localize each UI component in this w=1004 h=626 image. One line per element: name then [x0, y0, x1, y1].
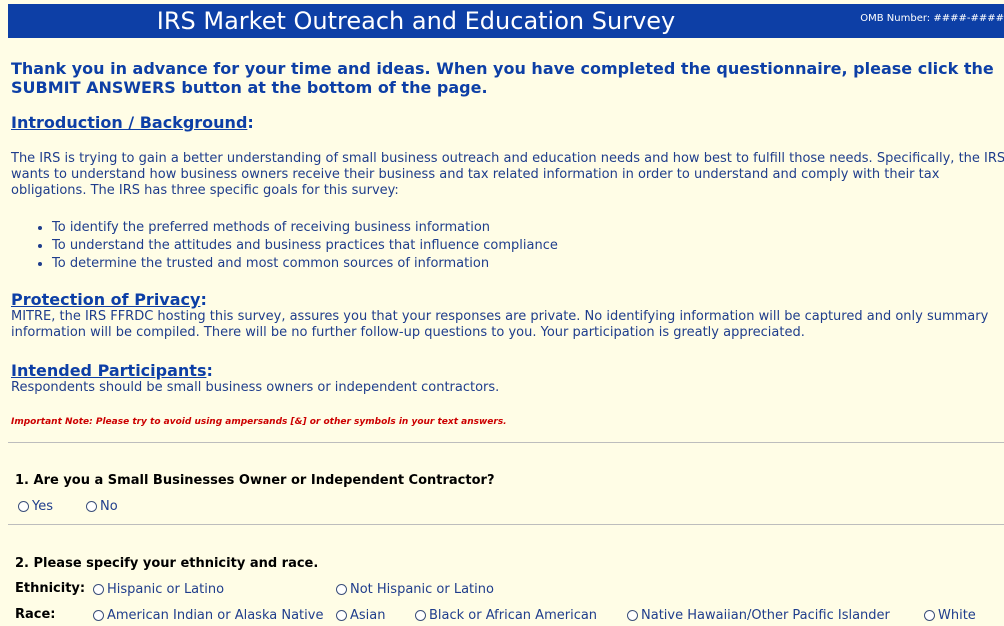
goal-item: To determine the trusted and most common… [52, 255, 558, 273]
radio-button[interactable] [415, 610, 426, 621]
q1-option-no[interactable]: No [86, 499, 118, 514]
goal-item: To identify the preferred methods of rec… [52, 219, 558, 237]
race-option-native-hawaiian[interactable]: Native Hawaiian/Other Pacific Islander [627, 608, 890, 623]
privacy-text: MITRE, the IRS FFRDC hosting this survey… [11, 309, 989, 340]
ethnicity-option-hispanic[interactable]: Hispanic or Latino [93, 582, 224, 597]
radio-button[interactable] [336, 584, 347, 595]
omb-number: OMB Number: ####-#### [860, 13, 1004, 24]
background-heading: Introduction / Background: [11, 113, 254, 132]
race-label: Race: [15, 607, 56, 622]
background-text: The IRS is trying to gain a better under… [11, 151, 1004, 198]
radio-button[interactable] [18, 501, 29, 512]
radio-button[interactable] [627, 610, 638, 621]
participants-text: Respondents should be small business own… [11, 380, 500, 395]
goals-list: To identify the preferred methods of rec… [32, 219, 558, 273]
ethnicity-label: Ethnicity: [15, 581, 86, 596]
radio-button[interactable] [93, 610, 104, 621]
question-2: 2. Please specify your ethnicity and rac… [15, 556, 319, 571]
radio-button[interactable] [93, 584, 104, 595]
survey-header: IRS Market Outreach and Education Survey… [8, 4, 1004, 38]
q1-option-yes[interactable]: Yes [18, 499, 53, 514]
divider [8, 442, 1004, 443]
privacy-heading: Protection of Privacy: [11, 290, 207, 309]
race-option-american-indian[interactable]: American Indian or Alaska Native [93, 608, 323, 623]
participants-heading: Intended Participants: [11, 361, 213, 380]
ethnicity-option-not-hispanic[interactable]: Not Hispanic or Latino [336, 582, 494, 597]
divider [8, 524, 1004, 525]
survey-title: IRS Market Outreach and Education Survey [156, 7, 676, 35]
important-note: Important Note: Please try to avoid usin… [11, 417, 507, 427]
radio-button[interactable] [924, 610, 935, 621]
goal-item: To understand the attitudes and business… [52, 237, 558, 255]
radio-button[interactable] [86, 501, 97, 512]
race-option-asian[interactable]: Asian [336, 608, 385, 623]
question-1: 1. Are you a Small Businesses Owner or I… [15, 473, 495, 488]
race-option-black[interactable]: Black or African American [415, 608, 597, 623]
race-option-white[interactable]: White [924, 608, 976, 623]
radio-button[interactable] [336, 610, 347, 621]
intro-instructions: Thank you in advance for your time and i… [11, 59, 994, 97]
